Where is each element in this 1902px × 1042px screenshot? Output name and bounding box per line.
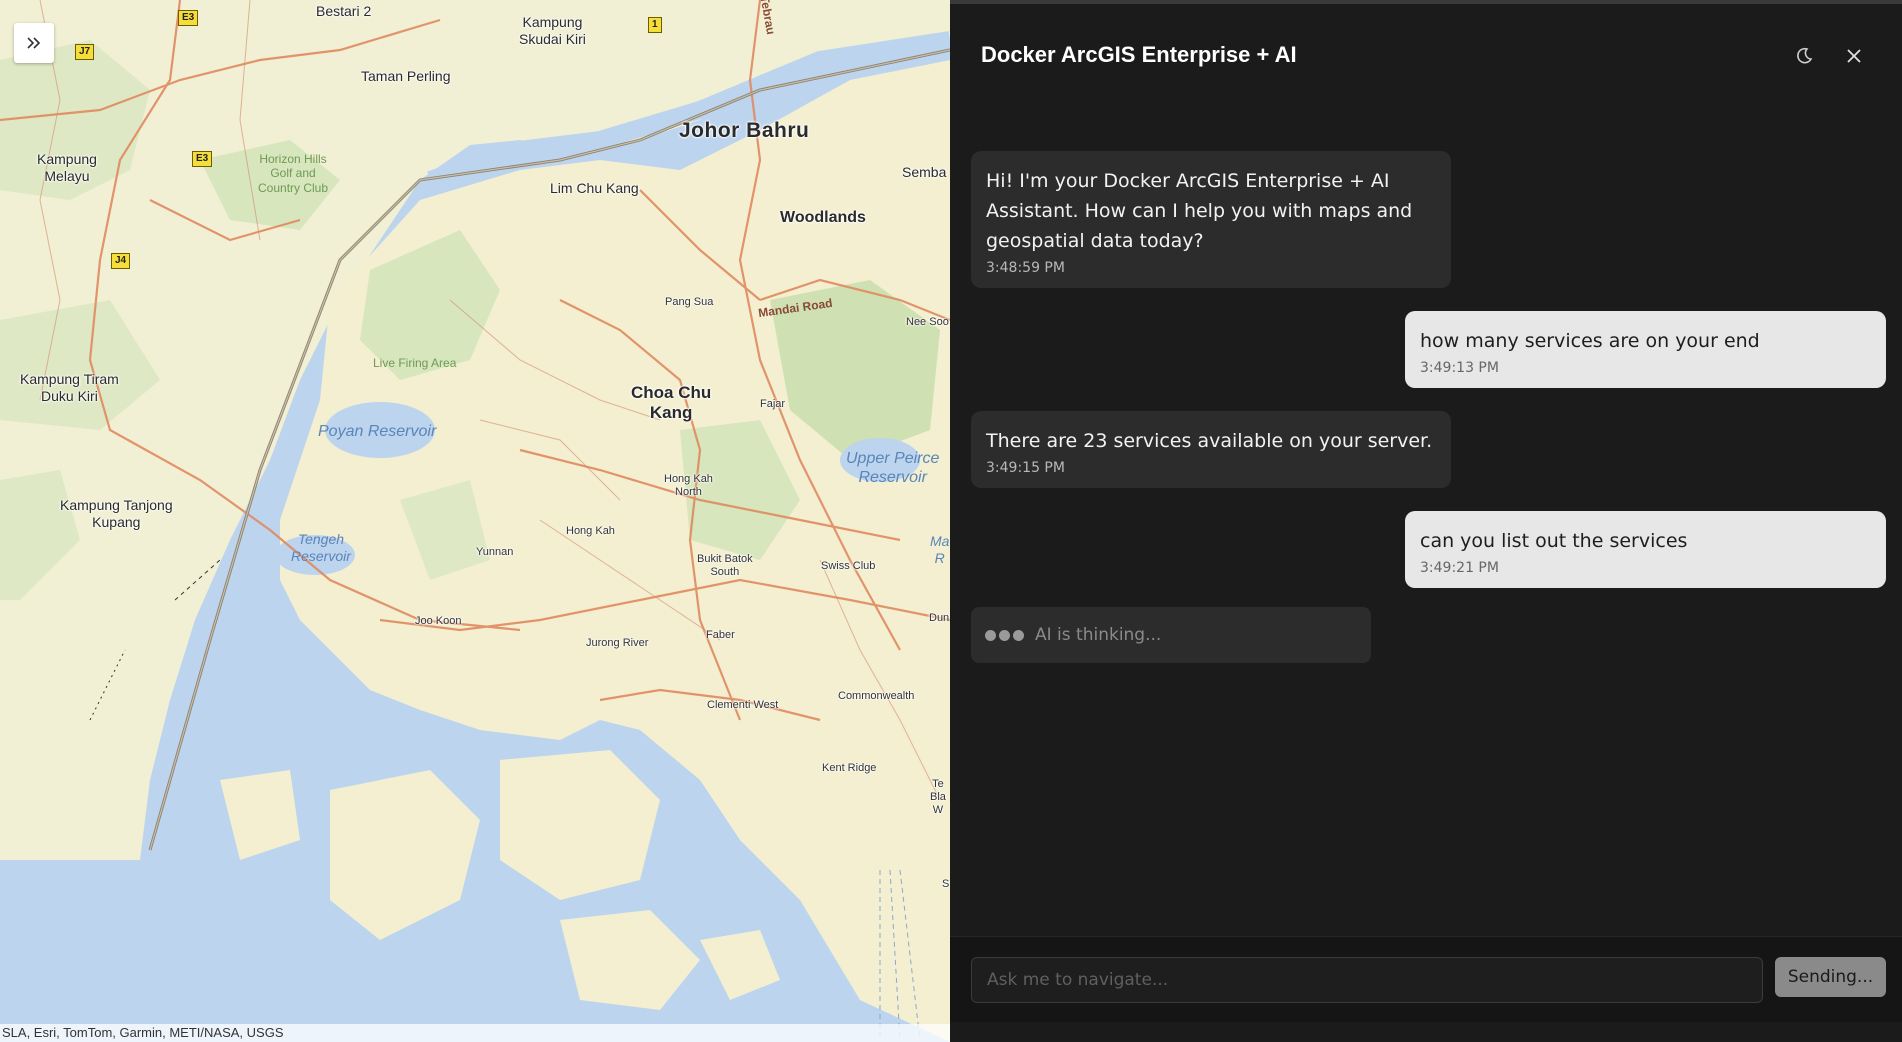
route-shield-j7: J7: [75, 44, 95, 60]
route-shield-e3: E3: [178, 10, 199, 26]
typing-dot: [999, 629, 1010, 641]
message-text: Hi! I'm your Docker ArcGIS Enterprise + …: [986, 170, 1413, 252]
map-label-kent-ridge: Kent Ridge: [822, 762, 877, 774]
chat-title: Docker ArcGIS Enterprise + AI: [981, 42, 1297, 67]
map-attribution: SLA, Esri, TomTom, Garmin, METI/NASA, US…: [0, 1024, 950, 1042]
map-label-fajar: Fajar: [760, 398, 786, 410]
close-icon: [1847, 49, 1861, 63]
map-view[interactable]: Bestari 2 Kampung Skudai Kiri Taman Perl…: [0, 0, 950, 1042]
map-label-dun: Dun: [929, 612, 950, 624]
chat-header: Docker ArcGIS Enterprise + AI: [950, 4, 1902, 104]
map-label-bukit-batok: Bukit Batok South: [697, 553, 753, 579]
route-shield-e3: E3: [192, 151, 213, 167]
map-label-clementi: Clementi West: [707, 699, 779, 711]
message-text: There are 23 services available on your …: [986, 430, 1433, 452]
map-label-nee-soo: Nee Soo: [906, 316, 949, 328]
map-label-jurong-river: Jurong River: [586, 637, 649, 649]
map-label-commonwealth: Commonwealth: [838, 690, 915, 702]
message-text: can you list out the services: [1420, 530, 1688, 552]
app-root: Bestari 2 Kampung Skudai Kiri Taman Perl…: [0, 0, 1902, 1042]
map-label-faber: Faber: [706, 629, 735, 641]
map-label-pang-sua: Pang Sua: [665, 296, 714, 308]
map-label-tengeh: Tengeh Reservoir: [291, 531, 351, 564]
map-label-joo-koon: Joo Koon: [415, 615, 462, 627]
typing-dot: [985, 629, 996, 641]
map-label-yunnan: Yunnan: [476, 546, 514, 558]
map-label-swiss-club: Swiss Club: [821, 560, 876, 572]
map-label-lim-chu-kang: Lim Chu Kang: [550, 180, 639, 196]
route-shield-1: 1: [648, 17, 662, 33]
chat-message-ai: Hi! I'm your Docker ArcGIS Enterprise + …: [971, 151, 1451, 288]
map-label-ma-r: Ma R: [930, 533, 950, 566]
map-label-bestari: Bestari 2: [316, 3, 372, 19]
map-label-upper-peirce: Upper Peirce Reservoir: [846, 450, 940, 487]
chat-panel: Docker ArcGIS Enterprise + AI Hi! I'm yo…: [950, 0, 1902, 1042]
map-label-te-bla: Te Bla W: [930, 778, 946, 817]
map-label-johor-bahru: Johor Bahru: [679, 119, 810, 142]
expand-panel-button[interactable]: [14, 23, 54, 63]
map-label-live-firing: Live Firing Area: [373, 356, 457, 370]
chat-input[interactable]: [971, 957, 1763, 1003]
message-timestamp: 3:49:15 PM: [986, 460, 1065, 476]
map-label-semba: Semba: [902, 164, 947, 180]
send-button[interactable]: Sending...: [1775, 957, 1886, 997]
theme-toggle-button[interactable]: [1790, 42, 1818, 70]
map-label-kampung-skudai: Kampung Skudai Kiri: [519, 14, 586, 47]
map-label-horizon-hills: Horizon Hills Golf and Country Club: [258, 152, 329, 195]
map-label-s: S: [942, 878, 950, 890]
map-label-poyan-reservoir: Poyan Reservoir: [318, 423, 437, 440]
thinking-text: AI is thinking...: [1035, 625, 1162, 645]
route-shield-j4: J4: [111, 253, 131, 269]
typing-dot: [1013, 629, 1024, 641]
message-text: how many services are on your end: [1420, 330, 1760, 352]
thinking-indicator: AI is thinking...: [971, 607, 1371, 663]
message-timestamp: 3:49:21 PM: [1420, 560, 1499, 576]
close-button[interactable]: [1840, 42, 1868, 70]
map-label-kampung-tanjong: Kampung Tanjong Kupang: [60, 497, 173, 530]
map-label-woodlands: Woodlands: [780, 209, 866, 226]
map-label-choa-chu-kang: Choa Chu Kang: [631, 383, 712, 423]
moon-icon: [1797, 47, 1813, 64]
message-timestamp: 3:49:13 PM: [1420, 360, 1499, 376]
chat-composer: Sending...: [950, 936, 1902, 1022]
double-chevron-right-icon: [27, 37, 41, 49]
map-label-hong-kah-north: Hong Kah North: [664, 473, 713, 499]
chat-message-ai: There are 23 services available on your …: [971, 411, 1451, 488]
chat-message-user: can you list out the services 3:49:21 PM: [1405, 511, 1886, 588]
map-label-taman-perling: Taman Perling: [361, 68, 451, 84]
map-label-hong-kah: Hong Kah: [566, 525, 615, 537]
message-timestamp: 3:48:59 PM: [986, 260, 1065, 276]
map-label-kampung-melayu: Kampung Melayu: [37, 151, 97, 184]
chat-message-user: how many services are on your end 3:49:1…: [1405, 311, 1886, 388]
map-label-kampung-tiram: Kampung Tiram Duku Kiri: [20, 371, 119, 404]
